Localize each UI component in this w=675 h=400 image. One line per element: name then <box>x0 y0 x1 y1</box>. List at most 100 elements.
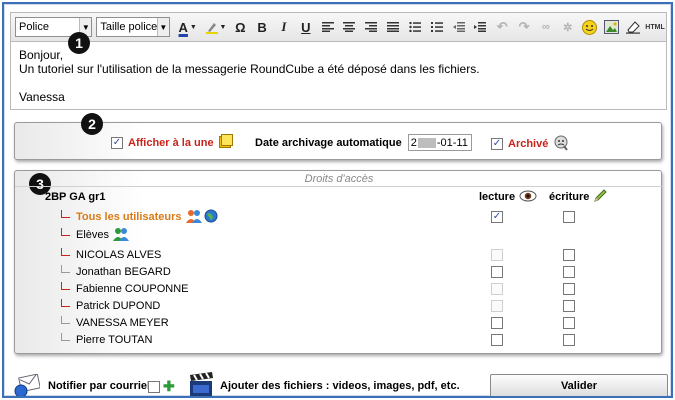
tree-connector <box>61 210 70 218</box>
indent-icon[interactable] <box>470 17 490 37</box>
message-editor[interactable]: Bonjour, Un tutoriel sur l'utilisation d… <box>10 42 667 110</box>
align-center-icon[interactable] <box>340 17 360 37</box>
access-row-name: VANESSA MEYER <box>76 317 169 329</box>
access-row-name: Jonathan BEGARD <box>76 266 171 278</box>
group-name: 2BP GA gr1 <box>45 191 106 203</box>
ecriture-checkbox-meyer[interactable] <box>563 317 575 329</box>
align-justify-icon[interactable] <box>383 17 403 37</box>
afficher-label: Afficher à la une <box>128 136 214 149</box>
ecriture-header: écriture <box>549 188 609 206</box>
tree-connector <box>61 333 70 341</box>
access-row-name: Pierre TOUTAN <box>76 334 153 346</box>
underline-button[interactable]: U <box>296 17 316 37</box>
access-row: Tous les utilisateurs <box>61 209 218 225</box>
align-right-icon[interactable] <box>361 17 381 37</box>
ecriture-checkbox-couponne[interactable] <box>563 283 575 295</box>
archive-label: Archivé <box>508 138 549 150</box>
lecture-checkbox-begard[interactable] <box>491 266 503 278</box>
access-row: Pierre TOUTAN <box>61 332 152 348</box>
text-color-icon[interactable]: A ▼ <box>175 17 201 37</box>
ecriture-checkbox-tous[interactable] <box>563 211 575 223</box>
access-row-name: Patrick DUPOND <box>76 300 161 312</box>
editor-line: Un tutoriel sur l'utilisation de la mess… <box>19 62 480 76</box>
people-group-icon <box>113 227 130 244</box>
align-left-icon[interactable] <box>318 17 338 37</box>
access-row: Jonathan BEGARD <box>61 264 171 280</box>
afficher-option: ✓ Afficher à la une <box>111 134 233 151</box>
lecture-checkbox-toutan[interactable] <box>491 334 503 346</box>
lecture-label: lecture <box>479 191 516 203</box>
ecriture-checkbox-alves[interactable] <box>563 249 575 261</box>
access-row: Elèves <box>61 227 130 244</box>
font-size-value: Taille police <box>100 21 158 33</box>
tree-connector <box>61 248 70 256</box>
step-badge-1: 1 <box>68 32 90 54</box>
title-divider <box>15 186 663 187</box>
access-row: NICOLAS ALVES <box>61 247 161 263</box>
access-row: Fabienne COUPONNE <box>61 281 189 297</box>
link-icon[interactable]: ∞ <box>536 17 556 37</box>
bottom-bar: Notifier par courriel ✚ Ajouter des fich… <box>4 370 671 396</box>
redo-icon[interactable]: ↷ <box>514 17 534 37</box>
ecriture-checkbox-dupond[interactable] <box>563 300 575 312</box>
date-archivage-field: Date archivage automatique 2 -01-11 <box>255 134 472 151</box>
valider-button[interactable]: Valider <box>490 374 668 396</box>
unlink-icon[interactable]: ✲ <box>558 17 578 37</box>
special-char-icon[interactable]: Ω <box>230 17 250 37</box>
publish-options-panel: 2 ✓ Afficher à la une Date archivage aut… <box>14 113 662 160</box>
add-plus-icon[interactable]: ✚ <box>163 379 175 393</box>
ecriture-checkbox-begard[interactable] <box>563 266 575 278</box>
font-size-select[interactable]: Taille police ▼ <box>96 17 170 37</box>
lecture-checkbox-couponne <box>491 283 503 295</box>
afficher-checkbox[interactable]: ✓ <box>111 136 123 149</box>
ajouter-fichiers-link[interactable]: Ajouter des fichiers : videos, images, p… <box>220 380 460 392</box>
ecriture-label: écriture <box>549 191 590 203</box>
numbered-list-icon[interactable] <box>427 17 447 37</box>
archive-checkbox[interactable]: ✓ <box>491 138 503 150</box>
date-archivage-label: Date archivage automatique <box>255 136 402 149</box>
date-archivage-input[interactable]: 2 -01-11 <box>407 134 472 151</box>
chevron-down-icon: ▼ <box>156 18 169 36</box>
notifier-label: Notifier par courriel <box>48 380 151 392</box>
eraser-icon[interactable] <box>623 17 643 37</box>
bold-button[interactable]: B <box>252 17 272 37</box>
date-prefix: 2 <box>410 136 417 149</box>
outdent-icon[interactable] <box>449 17 469 37</box>
access-rights-title: Droits d'accès <box>304 173 374 185</box>
access-row: VANESSA MEYER <box>61 315 169 331</box>
notifier-checkbox[interactable] <box>148 381 160 393</box>
step-badge-2: 2 <box>81 113 103 135</box>
pencil-icon <box>593 188 609 206</box>
mail-notify-icon <box>14 373 41 396</box>
lecture-checkbox-tous[interactable]: ✓ <box>491 211 503 223</box>
date-redacted <box>417 137 436 148</box>
lecture-checkbox-alves <box>491 249 503 261</box>
smiley-icon[interactable] <box>580 17 600 37</box>
undo-icon[interactable]: ↶ <box>492 17 512 37</box>
access-row-name: Fabienne COUPONNE <box>76 283 189 295</box>
film-clapper-icon <box>188 372 216 396</box>
sticky-note-icon <box>218 134 233 151</box>
image-icon[interactable] <box>601 17 621 37</box>
access-rights-panel: 3 Droits d'accès 2BP GA gr1 lecture écri… <box>14 170 663 354</box>
bullet-list-icon[interactable] <box>405 17 425 37</box>
ecriture-checkbox-toutan[interactable] <box>563 334 575 346</box>
access-row: Patrick DUPOND <box>61 298 160 314</box>
access-row-name: NICOLAS ALVES <box>76 249 162 261</box>
italic-button[interactable]: I <box>274 17 294 37</box>
lecture-header: lecture <box>479 189 537 205</box>
date-suffix: -01-11 <box>436 136 468 149</box>
tree-connector <box>61 265 70 273</box>
access-row-name: Tous les utilisateurs <box>76 211 182 223</box>
html-source-button[interactable]: HTML <box>645 17 665 37</box>
lecture-checkbox-meyer[interactable] <box>491 317 503 329</box>
highlight-color-icon[interactable]: ▼ <box>203 17 229 37</box>
screenshot-frame: Police ▼ Taille police ▼ A ▼ ▼ Ω B I U ↶ … <box>2 2 673 398</box>
editor-line: Bonjour, <box>19 48 64 62</box>
editor-line: Vanessa <box>19 90 65 104</box>
globe-icon <box>204 209 218 226</box>
archive-option: ✓ Archivé <box>491 134 569 154</box>
editor-toolbar: Police ▼ Taille police ▼ A ▼ ▼ Ω B I U ↶ … <box>10 12 667 42</box>
tree-connector <box>61 282 70 290</box>
